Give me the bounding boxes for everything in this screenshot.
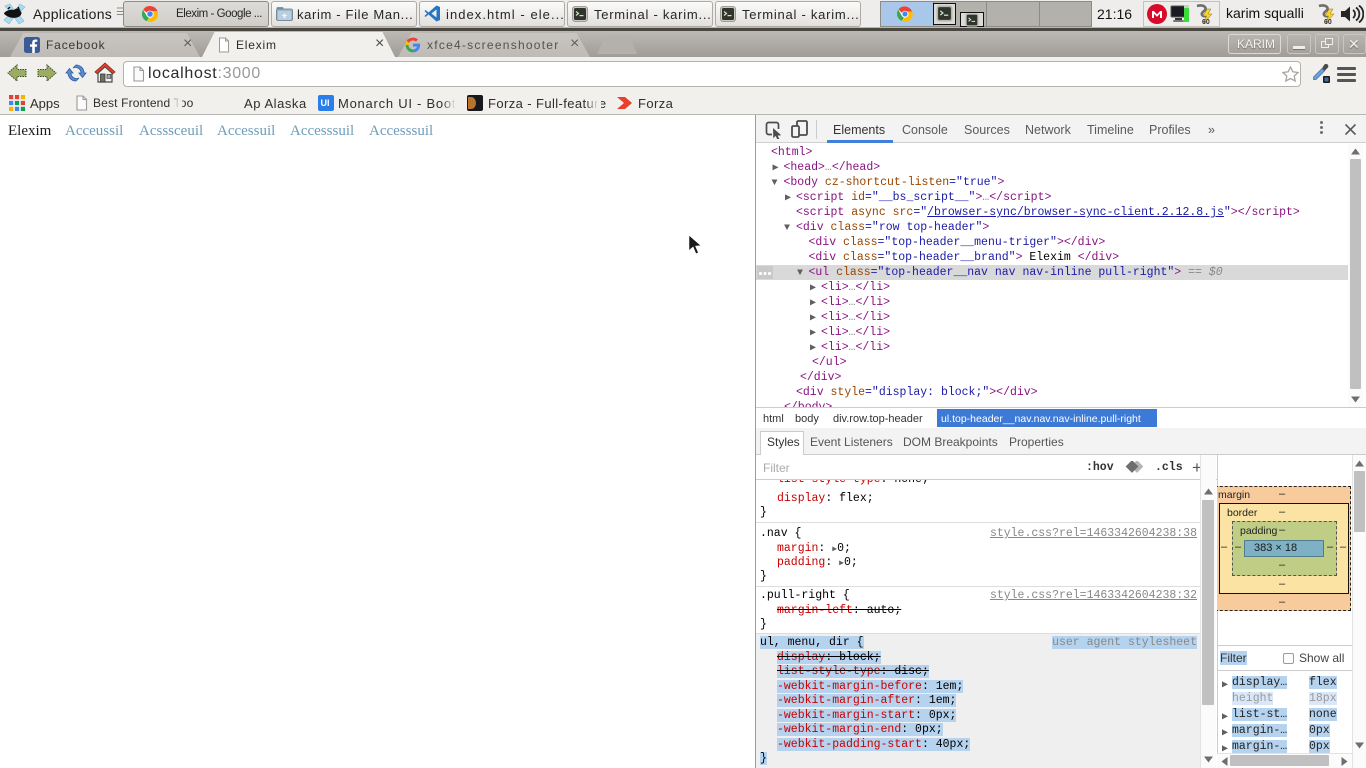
svg-text:60: 60 <box>1202 19 1210 25</box>
svg-text:60: 60 <box>1324 19 1332 25</box>
